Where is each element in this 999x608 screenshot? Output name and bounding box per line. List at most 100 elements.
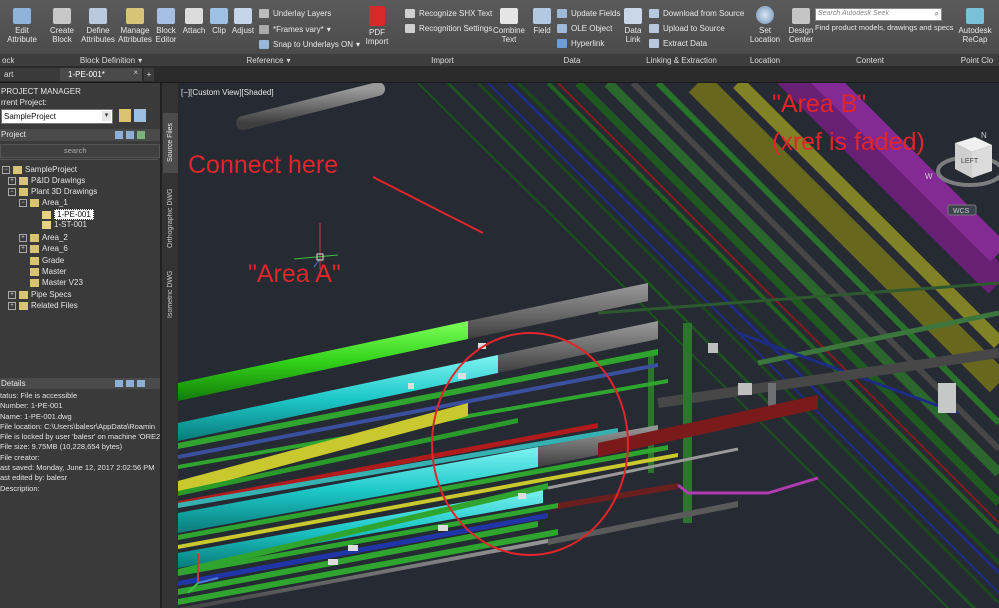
divider <box>0 159 158 160</box>
download-from-source-button[interactable]: Download from Source <box>649 9 744 18</box>
recognize-shx-button[interactable]: Recognize SHX Text <box>405 9 492 18</box>
block-editor-button[interactable]: Block Editor <box>153 8 179 44</box>
panel-content[interactable]: Content <box>785 54 956 66</box>
expand-icon[interactable]: + <box>19 244 27 253</box>
collapse-icon[interactable]: − <box>19 198 27 207</box>
panel-reference[interactable]: Reference ▾ <box>178 54 360 66</box>
frames-vary-dropdown[interactable]: *Frames vary* ▾ <box>259 25 331 34</box>
tree-item-1-st-001[interactable]: 1-ST-001 <box>42 220 87 229</box>
panel-location[interactable]: Location <box>745 54 786 66</box>
detail-name: Name: 1-PE-001.dwg <box>0 411 72 421</box>
attach-icon <box>185 8 203 24</box>
details-view-icon[interactable] <box>126 380 134 387</box>
panel-point-cloud[interactable]: Point Clo <box>955 54 999 66</box>
data-link-icon <box>624 8 642 24</box>
recognition-settings-button[interactable]: Recognition Settings <box>405 24 492 33</box>
drawing-icon <box>42 220 51 229</box>
refresh-icon[interactable] <box>137 131 145 139</box>
detail-lock: File is locked by user 'balesr' on machi… <box>0 432 160 442</box>
new-tab-button[interactable]: + <box>144 68 154 81</box>
current-project-select[interactable]: SampleProject ▾ <box>1 109 113 124</box>
project-header: Project <box>0 129 160 141</box>
folder-icon <box>30 198 39 207</box>
tree-item-area-2[interactable]: + Area_2 <box>19 233 68 242</box>
find-products-link[interactable]: Find product models, drawings and specs <box>815 23 953 32</box>
model-canvas[interactable]: [−][Custom View][Shaded] Connect here "A… <box>178 83 999 608</box>
ole-icon <box>557 24 567 33</box>
tab-1-pe-001[interactable]: 1-PE-001* × <box>60 68 142 81</box>
wcs-menu[interactable]: WCS <box>953 208 970 215</box>
tab-source-files[interactable]: Source Files <box>163 113 178 173</box>
design-center-button[interactable]: Design Center <box>787 8 815 44</box>
details-view-icon[interactable] <box>137 380 145 387</box>
expand-icon[interactable]: + <box>8 301 16 310</box>
attach-button[interactable]: Attach <box>182 8 206 35</box>
tree-item-pid-drawings[interactable]: + P&ID Drawings <box>8 176 85 185</box>
create-block-button[interactable]: Create Block <box>46 8 78 44</box>
project-settings-icon[interactable] <box>119 109 131 122</box>
underlay-layers-button[interactable]: Underlay Layers <box>259 9 331 18</box>
tree-item-master-v23[interactable]: Master V23 <box>30 278 83 287</box>
ole-object-button[interactable]: OLE Object <box>557 24 612 33</box>
close-icon[interactable]: × <box>133 68 138 77</box>
collapse-icon[interactable]: − <box>2 165 10 174</box>
tree-item-pipe-specs[interactable]: + Pipe Specs <box>8 290 71 299</box>
update-fields-button[interactable]: Update Fields <box>557 9 620 18</box>
tree-search-input[interactable]: search <box>0 144 160 158</box>
extract-icon <box>649 39 659 48</box>
tree-item-area-6[interactable]: + Area_6 <box>19 244 68 253</box>
combine-text-button[interactable]: Combine Text <box>492 8 526 44</box>
search-icon[interactable]: ⌕ <box>935 9 939 19</box>
upload-to-source-button[interactable]: Upload to Source <box>649 24 725 33</box>
tab-start[interactable]: art <box>0 68 60 81</box>
panel-block[interactable]: ock <box>0 54 47 66</box>
tree-item-master[interactable]: Master <box>30 267 66 276</box>
detail-number: Number: 1-PE-001 <box>0 401 63 411</box>
set-location-button[interactable]: Set Location <box>749 6 781 44</box>
tree-item-area-1[interactable]: − Area_1 <box>19 198 68 207</box>
tab-orthographic-dwg[interactable]: Orthographic DWG <box>163 178 178 258</box>
edit-attribute-button[interactable]: Edit Attribute <box>4 8 40 44</box>
expand-icon[interactable]: + <box>19 233 27 242</box>
tree-item-grade[interactable]: Grade <box>30 256 64 265</box>
expand-icon[interactable]: + <box>8 176 16 185</box>
clip-button[interactable]: Clip <box>209 8 229 35</box>
seek-search-input[interactable]: Search Autodesk Seek ⌕ <box>815 8 942 21</box>
panel-block-definition[interactable]: Block Definition ▾ <box>44 54 179 66</box>
manage-attributes-button[interactable]: Manage Attributes <box>117 8 153 44</box>
extract-data-button[interactable]: Extract Data <box>649 39 707 48</box>
adjust-button[interactable]: Adjust <box>232 8 254 35</box>
panel-option-icon[interactable] <box>126 131 134 139</box>
snap-icon <box>259 40 269 49</box>
tree-item-related-files[interactable]: + Related Files <box>8 301 78 310</box>
define-attributes-icon <box>89 8 107 24</box>
panel-linking-extraction[interactable]: Linking & Extraction <box>618 54 746 66</box>
details-view-icon[interactable] <box>115 380 123 387</box>
drawing-icon <box>42 210 51 219</box>
panel-import[interactable]: Import <box>359 54 527 66</box>
layers-icon <box>259 9 269 18</box>
tree-item-1-pe-001[interactable]: 1-PE-001 <box>42 209 94 220</box>
panel-data[interactable]: Data <box>526 54 619 66</box>
field-button[interactable]: Field <box>531 8 553 35</box>
chevron-down-icon: ▾ <box>286 55 291 65</box>
folder-icon <box>30 256 39 265</box>
snap-to-underlays-dropdown[interactable]: Snap to Underlays ON ▾ <box>259 40 360 49</box>
drawing-viewport[interactable]: [−][Custom View][Shaded] Connect here "A… <box>178 83 999 608</box>
tree-item-plant-3d-drawings[interactable]: − Plant 3D Drawings <box>8 187 97 196</box>
pdf-import-button[interactable]: PDF Import <box>363 6 391 46</box>
project-view-icon[interactable] <box>134 109 146 122</box>
expand-icon[interactable]: + <box>8 290 16 299</box>
collapse-icon[interactable]: − <box>8 187 16 196</box>
combine-text-icon <box>500 8 518 24</box>
annotation-area-a: "Area A" <box>248 260 341 288</box>
recap-button[interactable]: Autodesk ReCap <box>958 8 992 44</box>
panel-option-icon[interactable] <box>115 131 123 139</box>
tab-isometric-dwg[interactable]: Isometric DWG <box>163 263 178 325</box>
adjust-icon <box>234 8 252 24</box>
viewport-controls-label[interactable]: [−][Custom View][Shaded] <box>181 88 274 97</box>
data-link-button[interactable]: Data Link <box>622 8 644 44</box>
define-attributes-button[interactable]: Define Attributes <box>80 8 116 44</box>
tree-item-sampleproject[interactable]: − SampleProject <box>2 165 77 174</box>
hyperlink-button[interactable]: Hyperlink <box>557 39 604 48</box>
